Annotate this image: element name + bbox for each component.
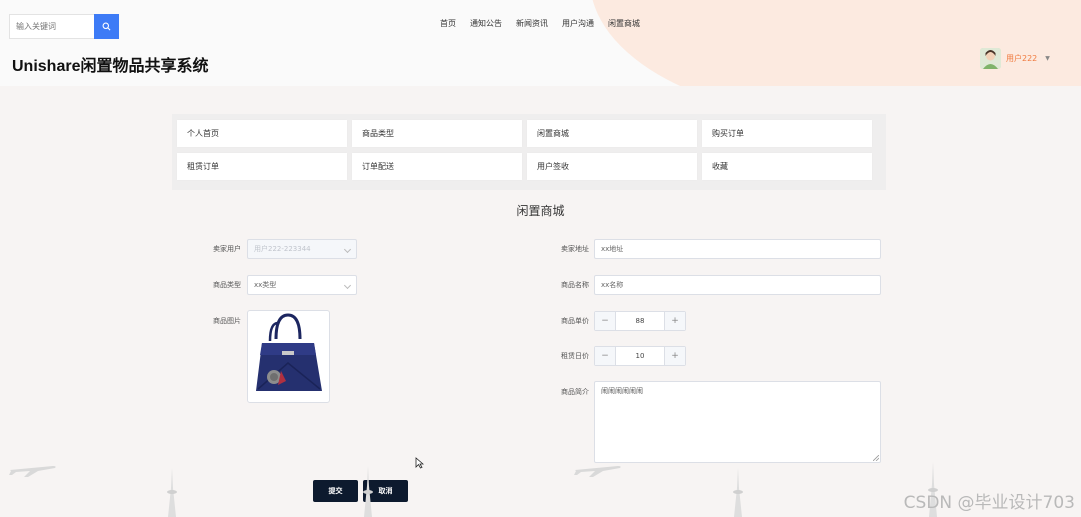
decrement-button[interactable]: − [595, 347, 615, 365]
menu-item-personal-home[interactable]: 个人首页 [177, 120, 347, 147]
form-title: 闲置商城 [516, 204, 565, 218]
rent-price-value[interactable]: 10 [615, 347, 665, 365]
menu-item-idle-mall[interactable]: 闲置商城 [527, 120, 697, 147]
product-name-input[interactable] [594, 275, 881, 295]
seller-user-select: 用户222-223344 [247, 239, 357, 259]
chevron-down-icon [343, 281, 352, 290]
menu-item-favorites[interactable]: 收藏 [702, 153, 872, 180]
unit-price-stepper[interactable]: − 88 + [594, 311, 686, 331]
airplane-icon [574, 466, 621, 477]
seller-address-label: 卖家地址 [561, 245, 589, 253]
tower-icon [167, 468, 177, 517]
user-center-menu: 个人首页 商品类型 闲置商城 购买订单 租赁订单 订单配送 用户签收 收藏 [172, 114, 886, 190]
intro-textarea[interactable]: 闹闹闹闹闹闹 [594, 381, 881, 463]
airplane-icon [9, 466, 56, 477]
menu-item-user-receipt[interactable]: 用户签收 [527, 153, 697, 180]
header-decoration [590, 0, 1081, 86]
rent-price-stepper[interactable]: − 10 + [594, 346, 686, 366]
nav-news[interactable]: 新闻资讯 [516, 18, 548, 29]
header: 首页 通知公告 新闻资讯 用户沟通 闲置商城 Unishare闲置物品共享系统 … [0, 0, 1081, 86]
handbag-image [256, 313, 322, 391]
product-type-value: xx类型 [254, 281, 277, 289]
submit-button[interactable]: 提交 [313, 480, 358, 502]
user-name[interactable]: 用户222 [1006, 53, 1037, 64]
mouse-cursor-icon [415, 457, 424, 469]
nav-notices[interactable]: 通知公告 [470, 18, 502, 29]
menu-item-product-type[interactable]: 商品类型 [352, 120, 522, 147]
site-title: Unishare闲置物品共享系统 [12, 58, 209, 75]
product-name-label: 商品名称 [561, 281, 589, 289]
tower-icon [733, 468, 743, 517]
nav-home[interactable]: 首页 [440, 18, 456, 29]
search-button[interactable] [94, 14, 119, 39]
avatar[interactable] [980, 48, 1001, 69]
nav-idle-mall[interactable]: 闲置商城 [608, 18, 640, 29]
watermark: CSDN @毕业设计703 [903, 493, 1075, 513]
increment-button[interactable]: + [665, 312, 685, 330]
decrement-button[interactable]: − [595, 312, 615, 330]
tower-icon [363, 466, 373, 517]
seller-user-label: 卖家用户 [213, 245, 241, 253]
user-menu[interactable]: 用户222 ▼ [980, 48, 1050, 69]
resize-grip-icon[interactable] [873, 455, 879, 461]
intro-label: 商品简介 [561, 388, 589, 396]
nav-user-chat[interactable]: 用户沟通 [562, 18, 594, 29]
product-type-label: 商品类型 [213, 281, 241, 289]
seller-user-value: 用户222-223344 [254, 245, 311, 253]
search-icon [102, 22, 111, 31]
menu-item-purchase-orders[interactable]: 购买订单 [702, 120, 872, 147]
menu-item-rental-orders[interactable]: 租赁订单 [177, 153, 347, 180]
product-type-select[interactable]: xx类型 [247, 275, 357, 295]
menu-item-order-delivery[interactable]: 订单配送 [352, 153, 522, 180]
increment-button[interactable]: + [665, 347, 685, 365]
unit-price-value[interactable]: 88 [615, 312, 665, 330]
chevron-down-icon[interactable]: ▼ [1045, 55, 1050, 62]
product-image-label: 商品图片 [213, 317, 241, 325]
search-input[interactable] [9, 14, 95, 39]
unit-price-label: 商品单价 [561, 317, 589, 325]
top-nav: 首页 通知公告 新闻资讯 用户沟通 闲置商城 [440, 18, 654, 29]
product-image-upload[interactable] [247, 310, 330, 403]
seller-address-input[interactable] [594, 239, 881, 259]
rent-price-label: 租赁日价 [561, 352, 589, 360]
chevron-down-icon [343, 245, 352, 254]
